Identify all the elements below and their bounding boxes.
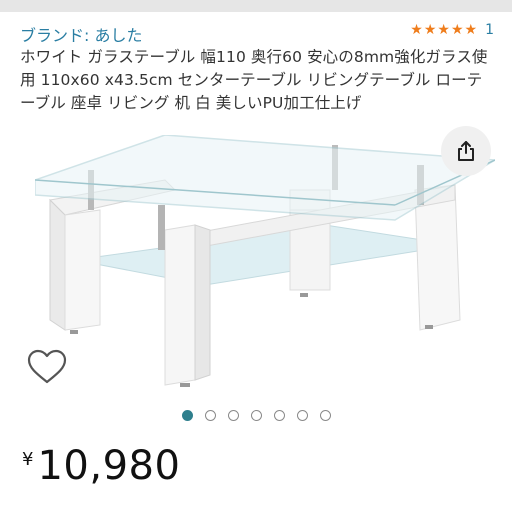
- star-icon: ★: [437, 22, 450, 38]
- share-icon: [458, 141, 474, 161]
- heart-icon: [27, 349, 67, 384]
- star-icon: ★: [423, 22, 437, 38]
- carousel-dot[interactable]: [227, 410, 239, 421]
- carousel-dot[interactable]: [273, 410, 285, 421]
- carousel-dot[interactable]: [296, 410, 308, 421]
- carousel-dot[interactable]: [204, 410, 216, 421]
- currency-symbol: ¥: [22, 449, 34, 470]
- rating[interactable]: ★ ★ ★ ★ ★ 1: [410, 22, 494, 38]
- carousel-dot[interactable]: [319, 410, 331, 421]
- rating-count[interactable]: 1: [485, 22, 494, 38]
- top-bar: [0, 0, 512, 12]
- product-title: ホワイト ガラステーブル 幅110 奥行60 安心の8mm強化ガラス使用 110…: [20, 48, 488, 112]
- carousel-dot[interactable]: [250, 410, 262, 421]
- price: ¥ 10,980: [22, 442, 180, 490]
- wishlist-button[interactable]: [25, 347, 69, 387]
- share-button[interactable]: [441, 126, 491, 176]
- price-value: 10,980: [37, 443, 181, 489]
- star-icon: ★: [410, 22, 423, 38]
- carousel-dot[interactable]: [181, 410, 193, 421]
- rating-stars: ★ ★ ★ ★ ★: [410, 22, 477, 38]
- brand-link[interactable]: ブランド: あした: [20, 22, 142, 46]
- star-icon: ★: [464, 22, 478, 38]
- product-image[interactable]: [35, 135, 495, 395]
- carousel-indicator: [0, 410, 512, 421]
- star-icon: ★: [450, 22, 464, 38]
